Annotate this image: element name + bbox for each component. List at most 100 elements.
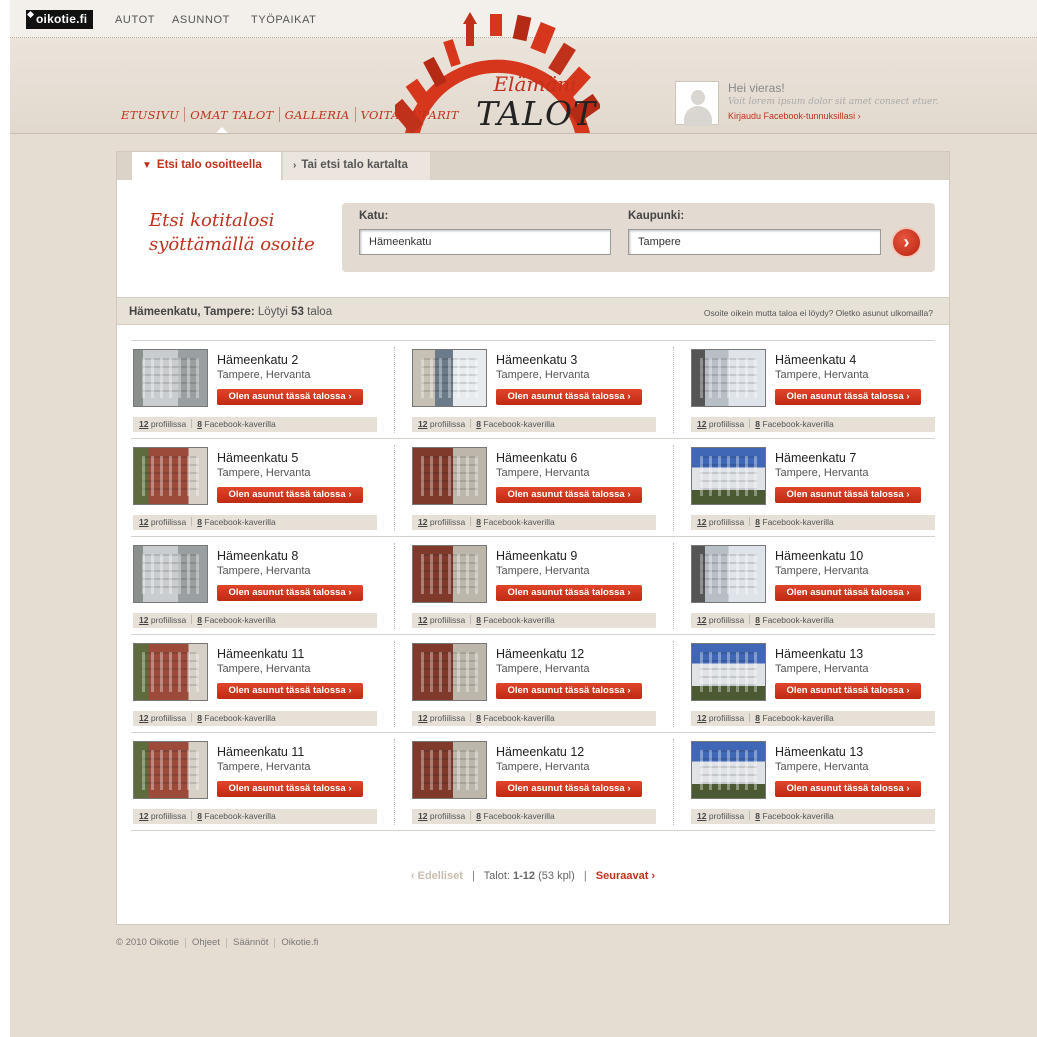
house-street[interactable]: Hämeenkatu 12	[496, 647, 584, 661]
topnav-asunnot[interactable]: ASUNNOT	[172, 14, 230, 26]
friends-count[interactable]: 8	[755, 419, 760, 429]
house-stats: 12 profiilissa 8 Facebook-kaverilla	[412, 417, 656, 432]
friends-count[interactable]: 8	[755, 811, 760, 821]
lived-here-button[interactable]: Olen asunut tässä talossa ›	[217, 683, 363, 699]
house-photo[interactable]	[133, 447, 208, 505]
street-input[interactable]: Hämeenkatu	[359, 229, 611, 255]
house-street[interactable]: Hämeenkatu 2	[217, 353, 298, 367]
search-go-button[interactable]: ›	[891, 227, 922, 258]
topnav-autot[interactable]: AUTOT	[115, 14, 155, 26]
facebook-login-link[interactable]: Kirjaudu Facebook-tunnuksillasi ›	[728, 111, 861, 121]
house-street[interactable]: Hämeenkatu 4	[775, 353, 856, 367]
house-street[interactable]: Hämeenkatu 11	[217, 647, 304, 661]
friends-count[interactable]: 8	[755, 517, 760, 527]
nav-omat-talot[interactable]: OMAT TALOT	[185, 108, 278, 122]
house-photo[interactable]	[691, 741, 766, 799]
lived-here-button[interactable]: Olen asunut tässä talossa ›	[496, 585, 642, 601]
friends-count[interactable]: 8	[476, 811, 481, 821]
topnav-tyopaikat[interactable]: TYÖPAIKAT	[251, 14, 317, 26]
house-street[interactable]: Hämeenkatu 6	[496, 451, 577, 465]
profiles-count[interactable]: 12	[139, 517, 148, 527]
lived-here-button[interactable]: Olen asunut tässä talossa ›	[775, 389, 921, 405]
footer-link-ohjeet[interactable]: Ohjeet	[192, 937, 220, 948]
house-photo[interactable]	[412, 643, 487, 701]
house-street[interactable]: Hämeenkatu 7	[775, 451, 856, 465]
tab-search-by-map[interactable]: › Tai etsi talo kartalta	[283, 152, 430, 180]
friends-count[interactable]: 8	[476, 419, 481, 429]
lived-here-button[interactable]: Olen asunut tässä talossa ›	[217, 389, 363, 405]
house-photo[interactable]	[133, 741, 208, 799]
friends-count[interactable]: 8	[197, 517, 202, 527]
lived-here-button[interactable]: Olen asunut tässä talossa ›	[217, 585, 363, 601]
lived-here-button[interactable]: Olen asunut tässä talossa ›	[217, 487, 363, 503]
lived-here-button[interactable]: Olen asunut tässä talossa ›	[496, 683, 642, 699]
friends-label: Facebook-kaverilla	[483, 419, 555, 429]
friends-count[interactable]: 8	[197, 811, 202, 821]
profiles-count[interactable]: 12	[139, 419, 148, 429]
house-photo[interactable]	[133, 349, 208, 407]
friends-count[interactable]: 8	[755, 615, 760, 625]
next-page-link[interactable]: Seuraavat ›	[596, 870, 655, 882]
profiles-count[interactable]: 12	[139, 811, 148, 821]
lived-here-button[interactable]: Olen asunut tässä talossa ›	[775, 781, 921, 797]
house-street[interactable]: Hämeenkatu 8	[217, 549, 298, 563]
friends-count[interactable]: 8	[476, 517, 481, 527]
house-photo[interactable]	[412, 349, 487, 407]
friends-count[interactable]: 8	[476, 615, 481, 625]
lived-here-button[interactable]: Olen asunut tässä talossa ›	[496, 389, 642, 405]
profiles-count[interactable]: 12	[697, 713, 706, 723]
profiles-count[interactable]: 12	[697, 419, 706, 429]
lived-here-button[interactable]: Olen asunut tässä talossa ›	[496, 487, 642, 503]
avatar[interactable]	[675, 81, 719, 126]
house-photo[interactable]	[691, 643, 766, 701]
footer-link-saannot[interactable]: Säännöt	[233, 937, 268, 948]
house-photo[interactable]	[691, 447, 766, 505]
house-photo[interactable]	[412, 545, 487, 603]
house-street[interactable]: Hämeenkatu 10	[775, 549, 863, 563]
lived-here-button[interactable]: Olen asunut tässä talossa ›	[775, 487, 921, 503]
friends-count[interactable]: 8	[755, 713, 760, 723]
results-help-link[interactable]: Osoite oikein mutta taloa ei löydy? Olet…	[704, 308, 933, 318]
house-photo[interactable]	[691, 545, 766, 603]
friends-count[interactable]: 8	[197, 419, 202, 429]
house-photo[interactable]	[133, 643, 208, 701]
house-street[interactable]: Hämeenkatu 13	[775, 647, 863, 661]
nav-etusivu[interactable]: ETUSIVU	[116, 108, 184, 122]
profiles-count[interactable]: 12	[418, 811, 427, 821]
house-card: Hämeenkatu 7 Tampere, Hervanta Olen asunut…	[689, 439, 937, 537]
lived-here-button[interactable]: Olen asunut tässä talossa ›	[775, 683, 921, 699]
house-street[interactable]: Hämeenkatu 3	[496, 353, 577, 367]
house-photo[interactable]	[412, 741, 487, 799]
house-photo[interactable]	[412, 447, 487, 505]
profiles-count[interactable]: 12	[697, 615, 706, 625]
house-street[interactable]: Hämeenkatu 9	[496, 549, 577, 563]
profiles-count[interactable]: 12	[139, 615, 148, 625]
nav-galleria[interactable]: GALLERIA	[280, 108, 355, 122]
friends-count[interactable]: 8	[476, 713, 481, 723]
profiles-count[interactable]: 12	[418, 615, 427, 625]
profiles-count[interactable]: 12	[418, 517, 427, 527]
house-street[interactable]: Hämeenkatu 11	[217, 745, 304, 759]
profiles-count[interactable]: 12	[418, 419, 427, 429]
house-street[interactable]: Hämeenkatu 12	[496, 745, 584, 759]
oikotie-logo[interactable]: oikotie.fi	[26, 10, 94, 29]
lived-here-button[interactable]: Olen asunut tässä talossa ›	[775, 585, 921, 601]
house-street[interactable]: Hämeenkatu 5	[217, 451, 298, 465]
nav-voita-tuparit[interactable]: VOITA TUPARIT	[356, 108, 464, 122]
house-stats: 12 profiilissa 8 Facebook-kaverilla	[412, 613, 656, 628]
prev-page-link[interactable]: ‹ Edelliset	[411, 870, 463, 882]
tab-search-by-address[interactable]: ▼ Etsi talo osoitteella	[132, 152, 281, 181]
footer-link-oikotie[interactable]: Oikotie.fi	[281, 937, 318, 948]
friends-count[interactable]: 8	[197, 713, 202, 723]
house-photo[interactable]	[133, 545, 208, 603]
friends-count[interactable]: 8	[197, 615, 202, 625]
city-input[interactable]: Tampere	[628, 229, 881, 255]
house-street[interactable]: Hämeenkatu 13	[775, 745, 863, 759]
house-photo[interactable]	[691, 349, 766, 407]
profiles-count[interactable]: 12	[139, 713, 148, 723]
lived-here-button[interactable]: Olen asunut tässä talossa ›	[496, 781, 642, 797]
profiles-count[interactable]: 12	[697, 811, 706, 821]
profiles-count[interactable]: 12	[697, 517, 706, 527]
lived-here-button[interactable]: Olen asunut tässä talossa ›	[217, 781, 363, 797]
profiles-count[interactable]: 12	[418, 713, 427, 723]
